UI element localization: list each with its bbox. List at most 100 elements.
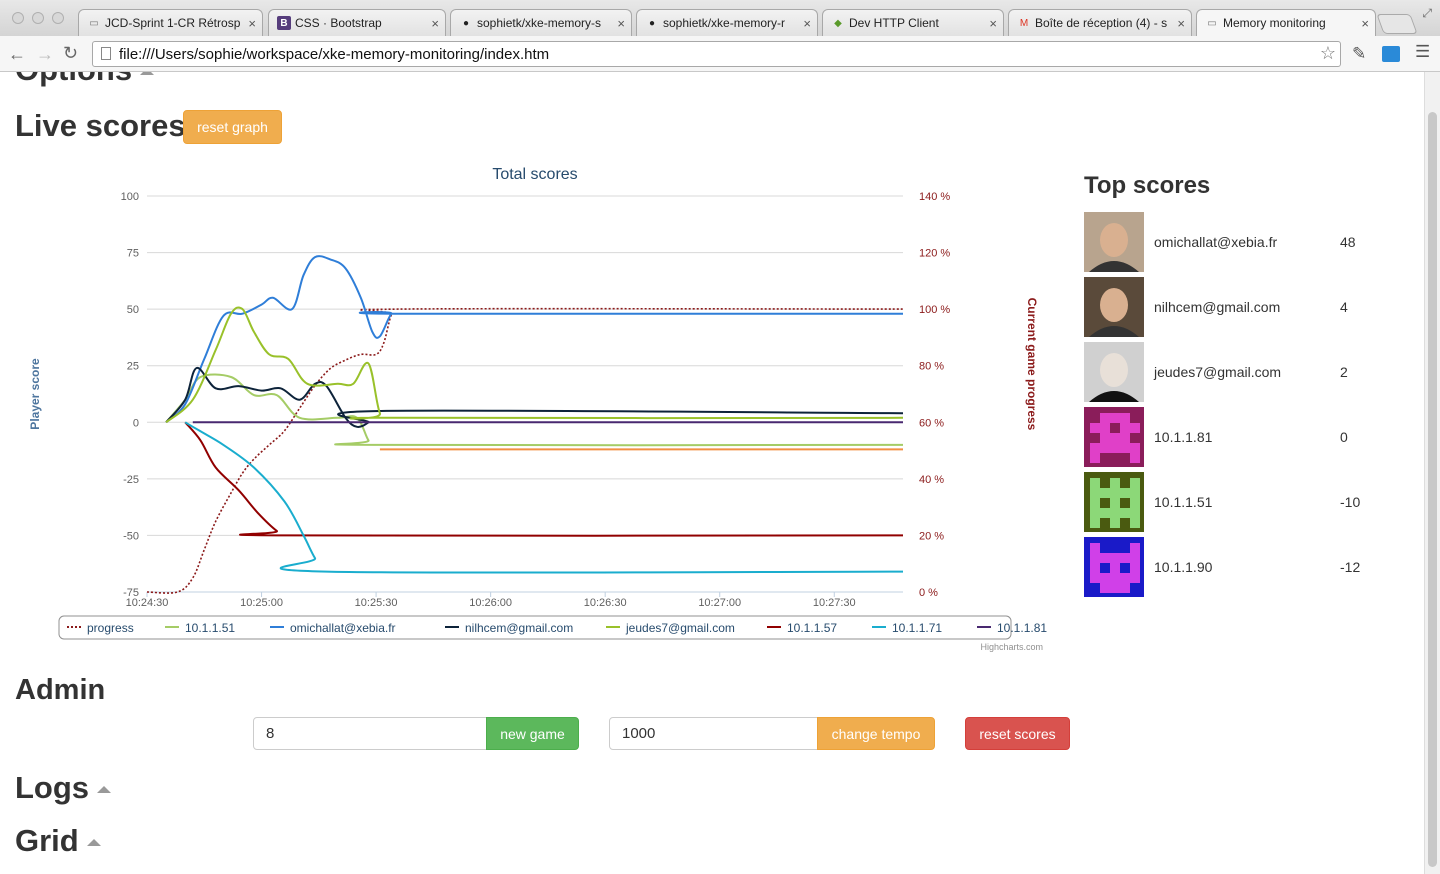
tab-title: Memory monitoring xyxy=(1223,16,1326,30)
tab-close-icon[interactable]: × xyxy=(1361,16,1369,31)
y-tick-label: 100 xyxy=(121,191,139,203)
tab-title: CSS · Bootstrap xyxy=(295,16,382,30)
series-line-progress xyxy=(146,307,904,594)
identicon-avatar xyxy=(1084,537,1144,597)
change-tempo-button[interactable]: change tempo xyxy=(817,717,935,750)
new-game-button[interactable]: new game xyxy=(486,717,579,750)
grid-heading[interactable]: Grid xyxy=(15,823,101,859)
player-score: 2 xyxy=(1340,364,1348,380)
player-score: -10 xyxy=(1340,494,1361,510)
scores-chart: Total scores1007550250-25-50-75140 %120 … xyxy=(28,166,1047,652)
y-tick-label: 25 xyxy=(127,361,139,373)
browser-tab[interactable]: ▭ Memory monitoring × xyxy=(1196,9,1376,36)
browser-tab[interactable]: ● sophietk/xke-memory-r × xyxy=(636,9,818,36)
y-right-tick-label: 100 % xyxy=(919,304,950,316)
y-right-axis-title: Current game progress xyxy=(1025,298,1039,431)
y-axis-title: Player score xyxy=(28,358,42,430)
address-bar[interactable]: file:///Users/sophie/workspace/xke-memor… xyxy=(92,41,1341,67)
window-zoom-button[interactable] xyxy=(52,12,64,24)
tab-close-icon[interactable]: × xyxy=(803,16,811,31)
browser-tab[interactable]: ● sophietk/xke-memory-s × xyxy=(450,9,632,36)
x-tick-label: 10:26:30 xyxy=(584,597,627,609)
url-text: file:///Users/sophie/workspace/xke-memor… xyxy=(119,45,550,63)
browser-tab[interactable]: M Boîte de réception (4) - s × xyxy=(1008,9,1192,36)
x-tick-label: 10:27:30 xyxy=(813,597,856,609)
tab-title: sophietk/xke-memory-r xyxy=(663,16,786,30)
admin-heading: Admin xyxy=(15,674,106,706)
player-email: jeudes7@gmail.com xyxy=(1154,364,1282,380)
browser-tab[interactable]: B CSS · Bootstrap × xyxy=(268,9,446,36)
tab-close-icon[interactable]: × xyxy=(431,16,439,31)
collapse-caret-icon[interactable] xyxy=(140,72,155,76)
legend-item: 10.1.1.81 xyxy=(997,621,1047,635)
options-label: Options xyxy=(15,72,132,87)
logs-heading[interactable]: Logs xyxy=(15,770,112,806)
y-tick-label: 50 xyxy=(127,304,139,316)
tab-title: JCD-Sprint 1-CR Rétrosp xyxy=(105,16,241,30)
browser-tab[interactable]: ◆ Dev HTTP Client × xyxy=(822,9,1004,36)
x-tick-label: 10:25:00 xyxy=(240,597,283,609)
github-icon: ● xyxy=(648,17,656,29)
y-tick-label: -50 xyxy=(123,530,139,542)
tab-close-icon[interactable]: × xyxy=(989,16,997,31)
options-heading[interactable]: Options xyxy=(15,72,155,88)
y-tick-label: 0 xyxy=(133,417,139,429)
reload-icon[interactable]: ↻ xyxy=(63,43,78,64)
tab-close-icon[interactable]: × xyxy=(248,16,256,31)
x-tick-label: 10:27:00 xyxy=(698,597,741,609)
document-icon: ▭ xyxy=(1207,17,1217,29)
github-icon: ● xyxy=(462,17,470,29)
new-tab-button[interactable] xyxy=(1376,14,1418,34)
series-line-10-1-1-51 xyxy=(165,373,904,447)
player-score: -12 xyxy=(1340,559,1361,575)
avatar xyxy=(1084,212,1144,272)
fullscreen-icon[interactable]: ⤢ xyxy=(1422,6,1432,21)
y-right-tick-label: 40 % xyxy=(919,474,944,486)
bootstrap-icon: B xyxy=(277,16,291,30)
eyedropper-icon[interactable]: ✎ xyxy=(1352,44,1366,64)
player-email: nilhcem@gmail.com xyxy=(1154,299,1281,315)
logs-label: Logs xyxy=(15,770,90,805)
tab-close-icon[interactable]: × xyxy=(1177,16,1185,31)
bookmark-star-icon[interactable]: ☆ xyxy=(1320,43,1336,64)
y-tick-label: 75 xyxy=(127,248,139,260)
tab-title: Boîte de réception (4) - s xyxy=(1035,16,1168,30)
collapse-caret-icon[interactable] xyxy=(86,839,101,847)
window-minimize-button[interactable] xyxy=(32,12,44,24)
legend-item: 10.1.1.51 xyxy=(185,621,235,635)
top-score-row: 10.1.1.51 -10 xyxy=(1084,472,1414,532)
screenshot-extension-icon[interactable] xyxy=(1382,46,1400,62)
chart-title: Total scores xyxy=(492,166,577,183)
pairs-input[interactable]: 8 xyxy=(253,717,487,750)
forward-icon[interactable]: → xyxy=(36,44,54,65)
top-scores-heading: Top scores xyxy=(1084,172,1211,199)
y-right-tick-label: 0 % xyxy=(919,587,938,599)
x-tick-label: 10:24:30 xyxy=(126,597,169,609)
tab-close-icon[interactable]: × xyxy=(617,16,625,31)
top-score-row: 10.1.1.90 -12 xyxy=(1084,537,1414,597)
reset-graph-button[interactable]: reset graph xyxy=(183,110,282,144)
tab-title: Dev HTTP Client xyxy=(849,16,939,30)
tempo-input[interactable]: 1000 xyxy=(609,717,818,750)
player-score: 48 xyxy=(1340,234,1356,250)
collapse-caret-icon[interactable] xyxy=(97,786,112,794)
page-icon xyxy=(101,47,111,60)
x-tick-label: 10:26:00 xyxy=(469,597,512,609)
browser-tab-bar: ▭ JCD-Sprint 1-CR Rétrosp × B CSS · Bootstra… xyxy=(0,0,1440,36)
window-close-button[interactable] xyxy=(12,12,24,24)
player-email: omichallat@xebia.fr xyxy=(1154,234,1278,250)
legend-item: 10.1.1.57 xyxy=(787,621,837,635)
page-scrollbar[interactable] xyxy=(1424,72,1440,874)
menu-icon[interactable]: ☰ xyxy=(1415,42,1430,62)
player-score: 0 xyxy=(1340,429,1348,445)
player-email: 10.1.1.51 xyxy=(1154,494,1213,510)
reset-scores-button[interactable]: reset scores xyxy=(965,717,1070,750)
browser-tab[interactable]: ▭ JCD-Sprint 1-CR Rétrosp × xyxy=(78,9,263,36)
x-tick-label: 10:25:30 xyxy=(355,597,398,609)
back-icon[interactable]: ← xyxy=(8,44,26,65)
avatar xyxy=(1084,342,1144,402)
top-score-row: omichallat@xebia.fr 48 xyxy=(1084,212,1414,272)
scrollbar-thumb[interactable] xyxy=(1428,112,1437,867)
y-right-tick-label: 140 % xyxy=(919,191,950,203)
chart-credits: Highcharts.com xyxy=(980,642,1043,652)
